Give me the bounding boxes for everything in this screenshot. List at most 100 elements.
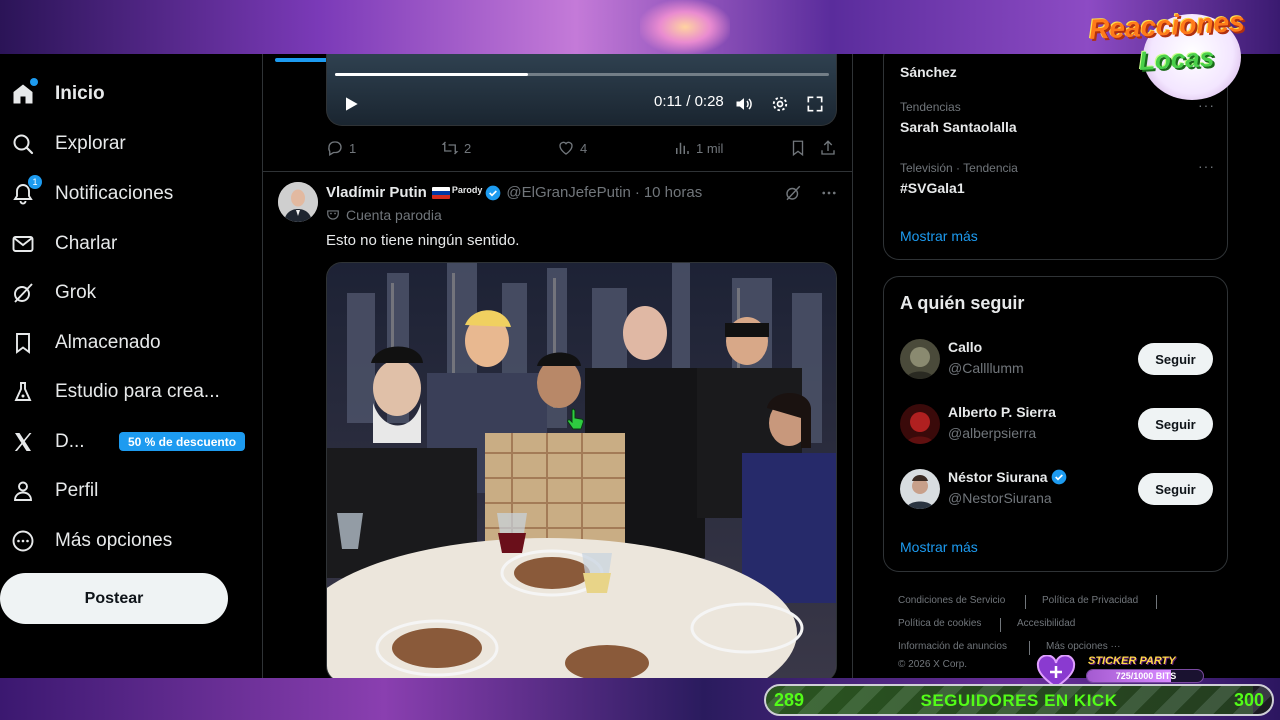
overlay-glow [640,0,730,54]
sticker-progress-bar: 725/1000 BITS [1086,669,1204,683]
suggestion-name: Néstor Siurana [948,469,1067,485]
home-icon [10,78,38,107]
sidebar-item-notificaciones[interactable]: 1 Notificaciones [10,174,173,214]
footer-copyright: © 2026 X Corp. [898,659,968,670]
fullscreen-button[interactable] [805,94,825,114]
timeline-feed[interactable]: 0:11 / 0:28 1 2 4 1 mil Vladímir Putin P… [262,54,853,678]
sidebar-item-perfil[interactable]: Perfil [10,471,98,511]
play-icon [346,97,358,111]
sidebar-nav: Inicio Explorar 1 Notificaciones Charlar [0,54,262,678]
follow-button[interactable]: Seguir [1138,408,1213,440]
avatar [900,469,940,509]
sidebar-item-mas-opciones[interactable]: Más opciones [10,521,172,561]
grok-icon [786,185,801,201]
footer-link-terms[interactable]: Condiciones de Servicio [898,595,1005,606]
search-icon [10,131,36,157]
volume-button[interactable] [734,94,754,114]
suggestion-name: Alberto P. Sierra [948,404,1056,420]
fullscreen-icon [807,96,823,112]
footer-link-privacy[interactable]: Política de Privacidad [1042,595,1138,606]
reply-button[interactable]: 1 [326,139,356,157]
kick-goal-label: SEGUIDORES EN KICK [920,691,1118,710]
author-avatar[interactable] [278,182,318,222]
bookmark-icon [792,140,804,157]
views-button[interactable]: 1 mil [673,139,723,157]
follow-suggestion[interactable]: Néstor Siurana @NestorSiurana Seguir [900,467,1213,511]
sidebar-item-label: Grok [55,282,97,303]
tweet-header: Vladímir Putin Parody @ElGranJefePutin ·… [326,184,702,201]
sidebar-item-label: Charlar [55,233,118,254]
tweet-actions-bar: 1 2 4 1 mil [326,139,837,159]
video-player[interactable]: 0:11 / 0:28 [326,54,837,126]
more-options-button[interactable] [820,184,838,207]
tweet-text: Esto no tiene ningún sentido. [326,232,520,249]
trends-show-more-link[interactable]: Mostrar más [900,228,978,244]
reply-icon [328,141,342,156]
share-button[interactable] [819,139,842,157]
separator-dot: · [634,184,640,201]
bookmark-button[interactable] [789,139,812,157]
suggestion-handle: @NestorSiurana [948,490,1052,506]
sidebar-item-premium[interactable]: D... 50 % de descuento [10,422,250,462]
tweet-image[interactable] [326,262,837,678]
author-name[interactable]: Vladímir Putin [326,184,427,201]
hand-cursor-icon [567,408,584,430]
tweet-top-actions [766,184,838,207]
grok-analyze-button[interactable] [784,184,802,207]
repost-button[interactable]: 2 [441,139,471,157]
right-sidebar: Sánchez Tendencias Sarah Santaolalla ···… [883,54,1228,678]
trend-item-partial[interactable]: Sánchez [900,59,957,80]
settings-button[interactable] [770,94,790,114]
author-handle[interactable]: @ElGranJefePutin [506,184,630,201]
trend-item[interactable]: Televisión · Tendencia #SVGala1 [900,161,1018,196]
share-icon [821,140,835,155]
sidebar-item-label: Perfil [55,480,99,501]
volume-icon [736,98,752,110]
notification-count-badge: 1 [28,175,42,189]
tab-indicator [275,58,331,62]
sidebar-item-label: D... [55,431,85,452]
bookmark-icon [10,330,36,356]
suggestion-name: Callo [948,339,983,355]
trend-item[interactable]: Tendencias Sarah Santaolalla [900,100,1017,135]
footer-link-ads[interactable]: Información de anuncios [898,641,1007,652]
footer-link-accessibility[interactable]: Accesibilidad [1017,618,1075,629]
repost-icon [441,141,459,155]
gear-icon [772,96,788,112]
footer-link-more[interactable]: Más opciones ··· [1046,641,1120,652]
follow-button[interactable]: Seguir [1138,473,1213,505]
play-button[interactable] [341,94,361,114]
x-logo-icon [10,429,36,455]
follow-suggestion[interactable]: Alberto P. Sierra @alberpsierra Seguir [900,402,1213,446]
sidebar-item-explorar[interactable]: Explorar [10,124,126,164]
footer-separator [1025,595,1026,609]
sidebar-item-charlar[interactable]: Charlar [10,224,117,264]
footer-link-cookies[interactable]: Política de cookies [898,618,981,629]
video-progress-bar[interactable] [335,73,829,76]
discount-badge: 50 % de descuento [119,432,246,451]
like-button[interactable]: 4 [557,139,587,157]
trend-title: #SVGala1 [900,180,965,196]
post-button[interactable]: Postear [0,573,228,624]
sticker-progress-text: 725/1000 BITS [1115,671,1177,681]
sticker-party-label: STICKER PARTY [1088,655,1176,667]
suggestion-name-text: Néstor Siurana [948,469,1048,485]
view-count: 1 mil [696,140,724,156]
follow-show-more-link[interactable]: Mostrar más [900,539,978,555]
trend-category: Tendencias [900,100,961,114]
video-progress-fill [335,73,528,76]
tweet-time[interactable]: 10 horas [644,184,702,201]
more-circle-icon [10,528,36,554]
follow-button[interactable]: Seguir [1138,343,1213,375]
sidebar-item-inicio[interactable]: Inicio [10,74,105,114]
video-time: 0:11 / 0:28 [654,93,724,110]
trend-more-icon[interactable]: ··· [1198,97,1215,113]
follow-suggestion[interactable]: Callo @Callllumm Seguir [900,337,1213,381]
tweet[interactable]: Vladímir Putin Parody @ElGranJefePutin ·… [263,172,852,678]
sidebar-item-estudio[interactable]: Estudio para crea... [10,372,220,412]
sidebar-item-grok[interactable]: Grok [10,273,96,313]
sidebar-item-almacenado[interactable]: Almacenado [10,323,161,363]
logo-text-line2: Locas [1138,42,1215,76]
trend-more-icon[interactable]: ··· [1198,158,1215,174]
sidebar-item-label: Explorar [55,133,126,154]
